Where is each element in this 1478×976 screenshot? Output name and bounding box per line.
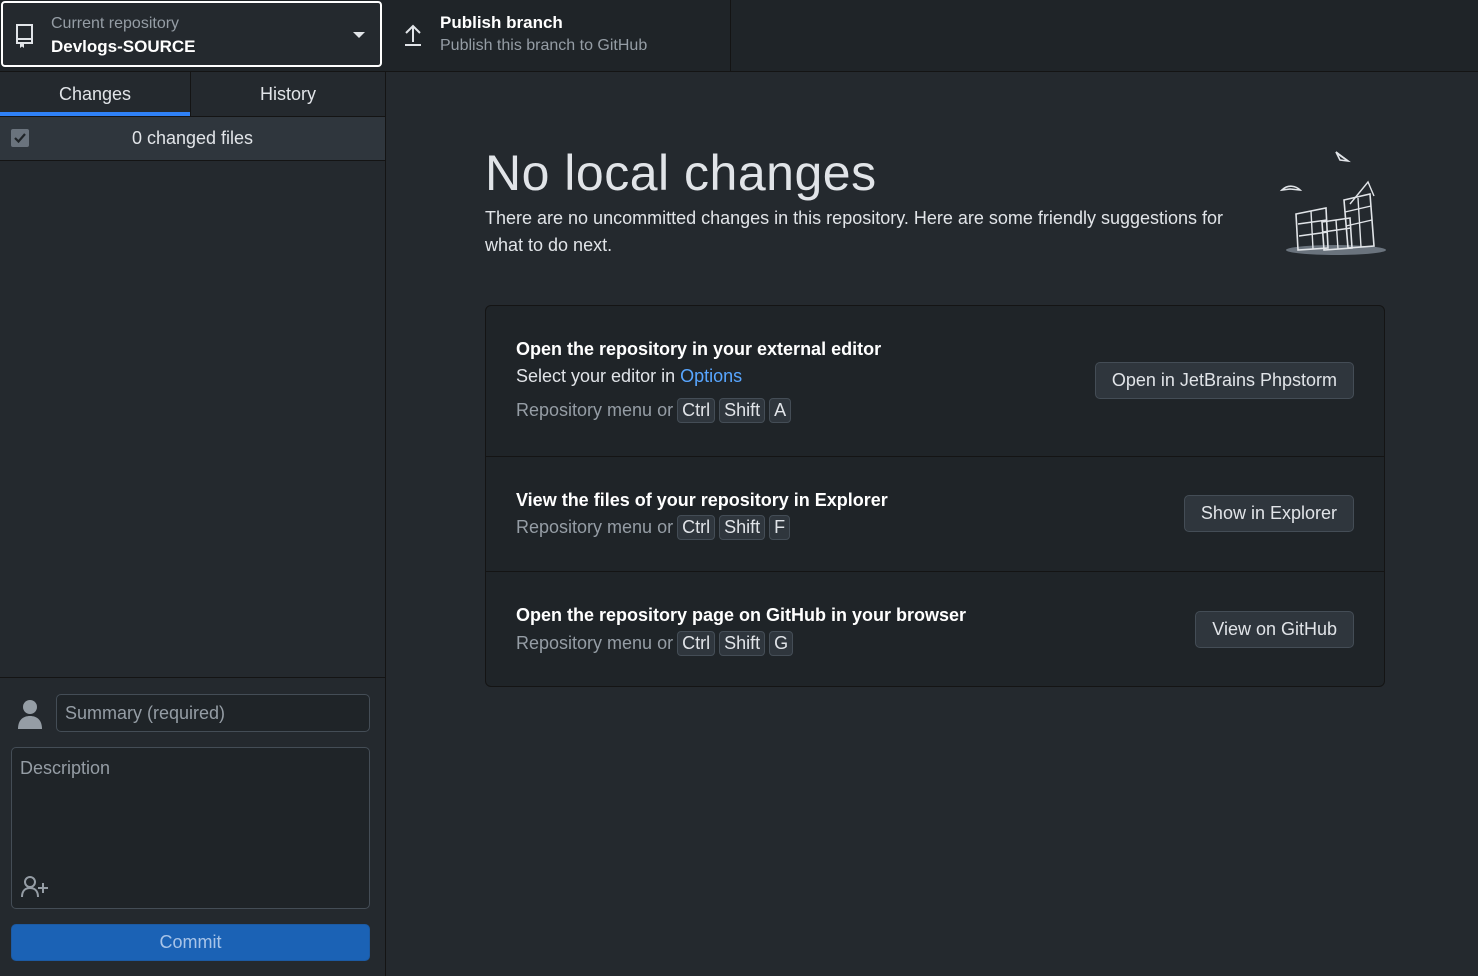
suggestion-open-editor: Open the repository in your external edi… bbox=[486, 306, 1384, 456]
keyboard-shortcut: Repository menu or Ctrl Shift F bbox=[516, 515, 791, 540]
tab-history[interactable]: History bbox=[190, 72, 385, 116]
repository-caption: Current repository bbox=[51, 15, 180, 32]
sidebar: Changes History 0 changed files Commit bbox=[0, 72, 386, 976]
description-input[interactable] bbox=[12, 748, 369, 872]
keyboard-shortcut: Repository menu or Ctrl Shift A bbox=[516, 398, 792, 423]
suggestion-title: View the files of your repository in Exp… bbox=[516, 490, 888, 510]
tab-bar: Changes History bbox=[0, 72, 385, 117]
commit-button[interactable]: Commit bbox=[11, 924, 370, 961]
suggestion-title: Open the repository in your external edi… bbox=[516, 339, 882, 359]
changed-files-count: 0 changed files bbox=[131, 128, 254, 148]
tab-changes[interactable]: Changes bbox=[0, 72, 190, 116]
key-ctrl: Ctrl bbox=[677, 398, 716, 423]
commit-form: Commit bbox=[0, 677, 385, 976]
toolbar: Current repository Devlogs-SOURCE Publis… bbox=[0, 0, 1478, 72]
repository-name: Devlogs-SOURCE bbox=[51, 37, 196, 56]
publish-branch-subtitle: Publish this branch to GitHub bbox=[440, 37, 648, 54]
changes-list-header: 0 changed files bbox=[0, 117, 385, 161]
upload-icon bbox=[405, 24, 421, 46]
key-ctrl: Ctrl bbox=[677, 515, 716, 540]
key-shift: Shift bbox=[719, 398, 766, 423]
suggestion-show-in-explorer: View the files of your repository in Exp… bbox=[486, 456, 1384, 571]
key-a: A bbox=[769, 398, 792, 423]
suggestion-description: Select your editor in Options bbox=[516, 366, 742, 387]
empty-state-illustration bbox=[1279, 151, 1386, 255]
publish-branch-title: Publish branch bbox=[440, 13, 563, 32]
key-f: F bbox=[769, 515, 791, 540]
key-ctrl: Ctrl bbox=[677, 631, 716, 656]
select-all-checkbox[interactable] bbox=[11, 129, 29, 147]
description-field bbox=[11, 747, 370, 909]
suggestion-view-on-github: Open the repository page on GitHub in yo… bbox=[486, 571, 1384, 686]
shortcut-prefix: Repository menu or bbox=[516, 517, 674, 537]
page-description: There are no uncommitted changes in this… bbox=[485, 208, 1224, 255]
options-link[interactable]: Options bbox=[680, 366, 742, 386]
chevron-down-icon bbox=[353, 32, 365, 38]
open-in-editor-button[interactable]: Open in JetBrains Phpstorm bbox=[1094, 362, 1354, 399]
suggestion-description-text: Select your editor in bbox=[516, 366, 681, 386]
shortcut-prefix: Repository menu or bbox=[516, 633, 674, 653]
add-coauthor-icon[interactable] bbox=[20, 875, 50, 899]
key-shift: Shift bbox=[719, 515, 766, 540]
main-panel: No local changes There are no uncommitte… bbox=[386, 72, 1478, 976]
avatar bbox=[18, 700, 42, 729]
view-on-github-button[interactable]: View on GitHub bbox=[1195, 611, 1354, 648]
key-shift: Shift bbox=[719, 631, 766, 656]
selected-tab-indicator bbox=[0, 112, 190, 116]
suggestions-panel: Open the repository in your external edi… bbox=[485, 305, 1385, 687]
checkmark-icon bbox=[14, 133, 26, 144]
show-in-explorer-button[interactable]: Show in Explorer bbox=[1183, 495, 1354, 532]
shortcut-prefix: Repository menu or bbox=[516, 400, 674, 420]
key-g: G bbox=[769, 631, 794, 656]
current-repository-dropdown[interactable]: Current repository Devlogs-SOURCE bbox=[1, 1, 382, 67]
publish-branch-button[interactable]: Publish branch Publish this branch to Gi… bbox=[386, 0, 731, 72]
keyboard-shortcut: Repository menu or Ctrl Shift G bbox=[516, 631, 794, 656]
page-title: No local changes bbox=[485, 145, 877, 201]
suggestion-title: Open the repository page on GitHub in yo… bbox=[516, 605, 967, 625]
repo-icon bbox=[16, 24, 33, 48]
summary-input[interactable] bbox=[56, 694, 370, 732]
